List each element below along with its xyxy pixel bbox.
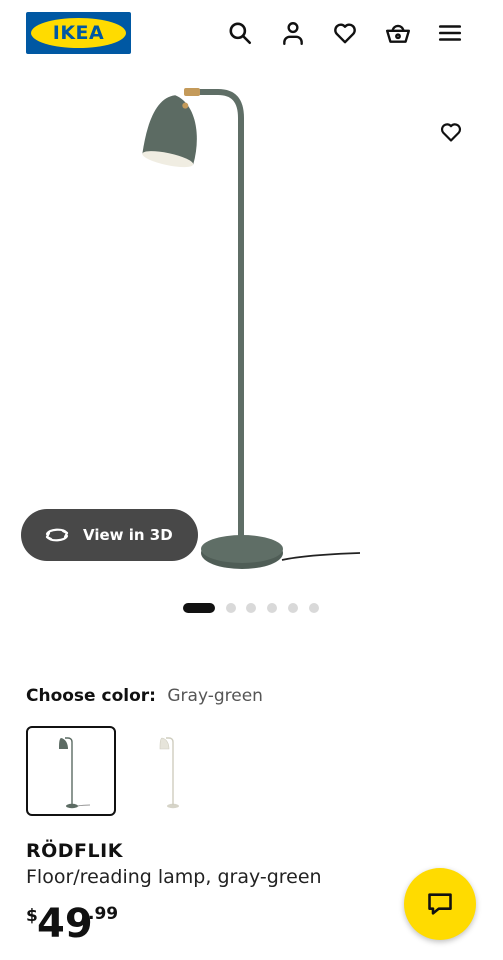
- selected-color-value: Gray-green: [167, 686, 263, 706]
- pagination-dot[interactable]: [246, 603, 256, 613]
- chat-button[interactable]: [404, 868, 476, 940]
- price-integer: 49: [37, 901, 93, 947]
- search-icon[interactable]: [224, 17, 256, 49]
- favorites-icon[interactable]: [329, 17, 361, 49]
- image-pagination: [0, 601, 503, 615]
- product-description: Floor/reading lamp, gray-green: [26, 866, 322, 888]
- choose-color-label: Choose color:: [26, 686, 156, 706]
- view-in-3d-button[interactable]: View in 3D: [21, 509, 198, 561]
- save-to-favorites-icon[interactable]: [434, 115, 468, 149]
- gray-green-lamp-thumbnail: [59, 737, 91, 809]
- pagination-dot[interactable]: [226, 603, 236, 613]
- header: IKEA: [0, 0, 503, 66]
- ikea-logo[interactable]: IKEA: [26, 12, 131, 54]
- pagination-dot[interactable]: [267, 603, 277, 613]
- color-option-gray-green[interactable]: [26, 726, 116, 816]
- product-name: RÖDFLIK: [26, 840, 123, 862]
- chat-icon: [428, 893, 452, 915]
- logo-text: IKEA: [52, 22, 105, 44]
- cart-icon[interactable]: [382, 17, 414, 49]
- rotate-3d-icon: [43, 524, 73, 546]
- pagination-dot[interactable]: [309, 603, 319, 613]
- color-chooser-heading: Choose color: Gray-green: [26, 684, 263, 708]
- white-lamp-thumbnail: [159, 737, 179, 809]
- account-icon[interactable]: [277, 17, 309, 49]
- pagination-dot-active[interactable]: [183, 603, 215, 613]
- product-page: IKEA View in 3D Choose color: Gray-green…: [0, 0, 503, 960]
- pagination-dot[interactable]: [288, 603, 298, 613]
- color-option-white[interactable]: [126, 726, 216, 816]
- menu-icon[interactable]: [434, 17, 466, 49]
- price-decimal: .99: [88, 904, 119, 924]
- view-in-3d-label: View in 3D: [83, 526, 173, 544]
